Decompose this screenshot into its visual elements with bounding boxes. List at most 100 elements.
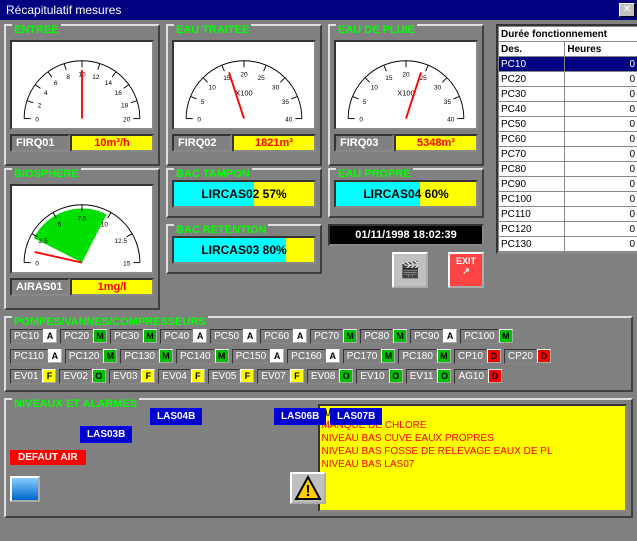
gauge-title: EAU DE PLUIE — [336, 24, 417, 36]
clapper-icon[interactable]: 🎬 — [392, 252, 428, 288]
svg-text:5: 5 — [363, 99, 367, 106]
alarms-panel: NIVEAUX ET ALARMES DEFAUT AIR ! LAS04BLA… — [4, 398, 633, 518]
table-row[interactable]: PC700 — [499, 147, 637, 162]
svg-text:5: 5 — [201, 99, 205, 106]
runtime-header: Durée fonctionnement — [499, 27, 637, 42]
level-bar: LIRCAS03 80% — [172, 236, 316, 264]
las-button-LAS03B[interactable]: LAS03B — [80, 426, 132, 443]
table-row[interactable]: PC1100 — [499, 207, 637, 222]
gauge-id: FIRQ03 — [334, 134, 394, 152]
pvc-item-AG10[interactable]: AG10 D — [454, 368, 502, 384]
gauge-title: EAU TRAITEE — [174, 24, 251, 36]
gauge-dial: 02468101214161820 — [10, 40, 154, 130]
svg-text:35: 35 — [282, 99, 290, 106]
pvc-item-EV04[interactable]: EV04 F — [158, 368, 204, 384]
table-row[interactable]: PC400 — [499, 102, 637, 117]
gauge-value: 10m³/h — [70, 134, 154, 152]
pvc-item-EV10[interactable]: EV10 O — [356, 368, 402, 384]
svg-text:10: 10 — [101, 222, 109, 229]
exit-button[interactable]: EXIT↗ — [448, 252, 484, 288]
pvc-item-EV02[interactable]: EV02 O — [59, 368, 105, 384]
svg-text:12.5: 12.5 — [114, 238, 127, 245]
status-badge: F — [141, 369, 155, 383]
status-badge: M — [393, 329, 407, 343]
las-button-LAS07B[interactable]: LAS07B — [330, 408, 382, 425]
pvc-item-PC80[interactable]: PC80 M — [360, 328, 407, 344]
status-badge: M — [215, 349, 229, 363]
svg-text:2.5: 2.5 — [39, 238, 48, 245]
pvc-item-PC120[interactable]: PC120 M — [65, 348, 118, 364]
gauge-value: 1821m³ — [232, 134, 316, 152]
pvc-item-PC50[interactable]: PC50 A — [210, 328, 257, 344]
las-button-LAS06B[interactable]: LAS06B — [274, 408, 326, 425]
gauge-pluie: EAU DE PLUIE 0510152025303540X100 FIRQ03… — [328, 24, 484, 166]
svg-text:15: 15 — [123, 260, 131, 267]
gauge-title: ENTREE — [12, 24, 61, 36]
pvc-item-PC30[interactable]: PC30 M — [110, 328, 157, 344]
table-row[interactable]: PC1300 — [499, 237, 637, 252]
table-row[interactable]: PC1000 — [499, 192, 637, 207]
svg-text:20: 20 — [402, 72, 410, 79]
runtime-table[interactable]: Durée fonctionnement Des.HeuresPC100PC20… — [498, 26, 637, 252]
pvc-item-CP20[interactable]: CP20 D — [504, 348, 551, 364]
pvc-item-PC10[interactable]: PC10 A — [10, 328, 57, 344]
pvc-item-PC20[interactable]: PC20 M — [60, 328, 107, 344]
alarm-line: NIVEAU BAS CUVE EAUX PROPRES — [322, 432, 624, 445]
bar-tampon: BAC TAMPON LIRCAS02 57% — [166, 168, 322, 218]
status-badge: M — [159, 349, 173, 363]
pvc-item-EV05[interactable]: EV05 F — [208, 368, 254, 384]
table-row[interactable]: PC800 — [499, 162, 637, 177]
pvc-item-CP10[interactable]: CP10 D — [454, 348, 501, 364]
pvc-item-PC110[interactable]: PC110 A — [10, 348, 62, 364]
svg-text:7.5: 7.5 — [77, 216, 86, 223]
pvc-item-PC100[interactable]: PC100 M — [460, 328, 513, 344]
status-badge: M — [499, 329, 513, 343]
pvc-item-EV08[interactable]: EV08 O — [307, 368, 353, 384]
table-row[interactable]: PC1200 — [499, 222, 637, 237]
pvc-item-PC170[interactable]: PC170 M — [343, 348, 396, 364]
pvc-item-PC130[interactable]: PC130 M — [120, 348, 173, 364]
gauge-dial: 0510152025303540X100 — [172, 40, 316, 130]
status-badge: M — [381, 349, 395, 363]
table-row[interactable]: PC900 — [499, 177, 637, 192]
svg-text:10: 10 — [371, 85, 379, 92]
bar-label: LIRCAS04 60% — [336, 182, 476, 206]
svg-text:5: 5 — [58, 222, 62, 229]
pvc-item-PC150[interactable]: PC150 A — [232, 348, 285, 364]
alarm-line: NIVEAU BAS FOSSE DE RELEVAGE EAUX DE PL — [322, 445, 624, 458]
status-badge: O — [389, 369, 403, 383]
gauge-id: FIRQ02 — [172, 134, 232, 152]
svg-text:X100: X100 — [235, 88, 252, 97]
pvc-item-EV11[interactable]: EV11 O — [406, 368, 452, 384]
svg-text:20: 20 — [123, 116, 131, 123]
table-row[interactable]: PC300 — [499, 87, 637, 102]
pvc-item-PC70[interactable]: PC70 M — [310, 328, 357, 344]
runtime-table-wrap: Durée fonctionnement Des.HeuresPC100PC20… — [496, 24, 637, 254]
status-badge: F — [42, 369, 56, 383]
svg-text:0: 0 — [197, 116, 201, 123]
warning-icon[interactable]: ! — [290, 472, 326, 504]
status-badge: D — [537, 349, 551, 363]
pvc-item-PC140[interactable]: PC140 M — [176, 348, 229, 364]
pvc-item-PC40[interactable]: PC40 A — [160, 328, 207, 344]
alarm-line: NIVEAU BAS LAS07 — [322, 458, 624, 471]
pvc-item-PC180[interactable]: PC180 M — [398, 348, 451, 364]
las-button-LAS04B[interactable]: LAS04B — [150, 408, 202, 425]
pvc-item-PC90[interactable]: PC90 A — [410, 328, 457, 344]
close-icon[interactable]: ✕ — [619, 3, 635, 17]
table-row[interactable]: PC200 — [499, 72, 637, 87]
pvc-item-PC60[interactable]: PC60 A — [260, 328, 307, 344]
pvc-item-EV07[interactable]: EV07 F — [257, 368, 303, 384]
table-row[interactable]: PC600 — [499, 132, 637, 147]
pvc-title: POMPES/VANNES/COMPRESSEURS — [12, 316, 208, 328]
pvc-item-EV03[interactable]: EV03 F — [109, 368, 155, 384]
svg-text:6: 6 — [54, 80, 58, 87]
status-badge: A — [443, 329, 457, 343]
table-row[interactable]: PC100 — [499, 57, 637, 72]
svg-text:15: 15 — [385, 75, 393, 82]
svg-text:4: 4 — [44, 90, 48, 97]
pvc-item-PC160[interactable]: PC160 A — [287, 348, 340, 364]
pvc-item-EV01[interactable]: EV01 F — [10, 368, 56, 384]
water-icon[interactable] — [10, 476, 40, 502]
table-row[interactable]: PC500 — [499, 117, 637, 132]
